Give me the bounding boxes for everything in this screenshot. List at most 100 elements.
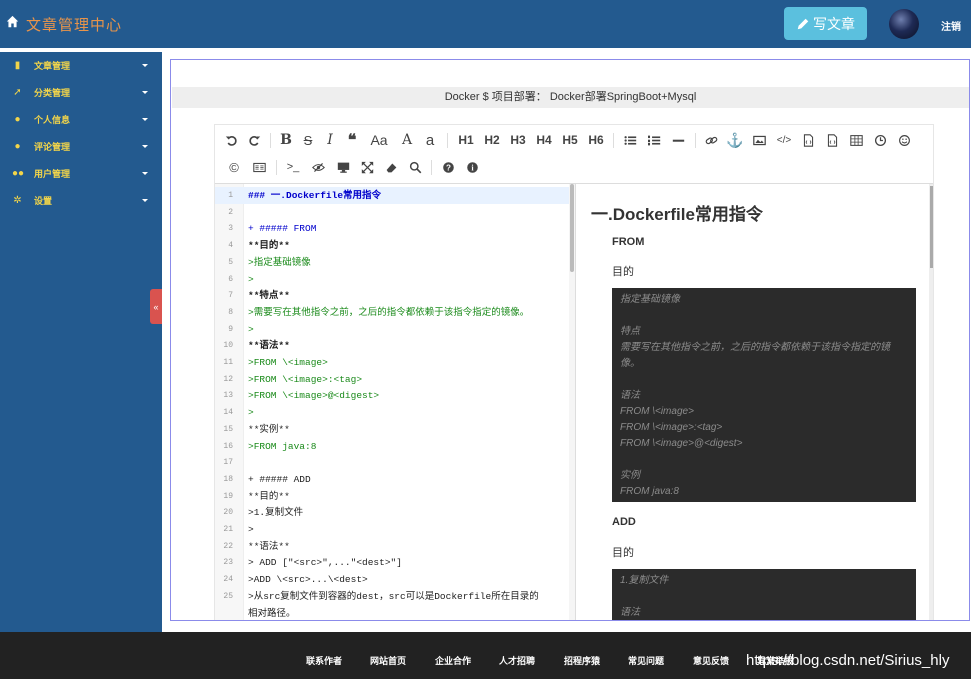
code-line[interactable]: 19 **目的** xyxy=(215,488,569,505)
sidebar-item-label: 文章管理 xyxy=(34,61,71,71)
footer-link-home[interactable]: 网站首页 xyxy=(370,654,406,667)
code-line[interactable]: 12 >FROM \<image>:<tag> xyxy=(215,371,569,388)
sidebar-item-categories[interactable]: ➚ 分类管理 xyxy=(0,79,162,106)
code-line[interactable]: 14 > xyxy=(215,404,569,421)
quote-icon[interactable]: ❝ xyxy=(344,130,360,150)
avatar[interactable] xyxy=(889,9,919,39)
code-line-text: **目的** xyxy=(248,240,290,252)
blockquote-line: FROM \<image>:<tag> xyxy=(620,422,723,433)
editor-scrollbar-thumb[interactable] xyxy=(570,184,574,272)
eye-slash-icon[interactable] xyxy=(309,157,327,177)
sidebar-item-users[interactable]: ●● 用户管理 xyxy=(0,160,162,187)
code-line[interactable]: 9 > xyxy=(215,321,569,338)
table-icon[interactable] xyxy=(847,130,865,150)
code-inline-icon[interactable]: </> xyxy=(775,130,793,150)
code-line[interactable]: 5 >指定基础镜像 xyxy=(215,254,569,271)
code-line[interactable]: 17 xyxy=(215,454,569,471)
editor-toolbar: B S I ❝ Aa A a H1 H2 H3 H4 H5 H6 ⚓ </> ©… xyxy=(215,125,933,183)
hr-icon[interactable] xyxy=(669,130,687,150)
code-line[interactable]: 2 xyxy=(215,204,569,221)
footer-link-jobs[interactable]: 人才招聘 xyxy=(499,654,535,667)
undo-icon[interactable] xyxy=(223,130,239,150)
code-line[interactable]: 3 + ##### FROM xyxy=(215,220,569,237)
strikethrough-icon[interactable]: S xyxy=(300,130,316,150)
fullscreen-icon[interactable] xyxy=(358,157,376,177)
home-icon[interactable] xyxy=(6,15,19,28)
italic-icon[interactable]: I xyxy=(322,130,338,150)
code-line[interactable]: 相对路径。 xyxy=(215,605,569,621)
emoji-icon[interactable] xyxy=(895,130,913,150)
users-icon: ●● xyxy=(12,168,25,179)
sidebar-item-settings[interactable]: ✲ 设置 xyxy=(0,187,162,214)
line-number: 19 xyxy=(223,491,233,501)
redo-icon[interactable] xyxy=(246,130,262,150)
code-line[interactable]: 25 >从src复制文件到容器的dest，src可以是Dockerfile所在目录… xyxy=(215,588,569,605)
list-ol-icon[interactable] xyxy=(645,130,663,150)
preview-scrollbar-thumb[interactable] xyxy=(930,186,933,268)
anchor-icon[interactable]: ⚓ xyxy=(726,130,744,150)
write-article-button[interactable]: 写文章 xyxy=(784,7,867,40)
h1-button[interactable]: H1 xyxy=(456,130,476,150)
search-icon[interactable] xyxy=(406,157,424,177)
pagebreak-icon[interactable] xyxy=(250,157,268,177)
user-icon: ● xyxy=(14,114,21,125)
markdown-editor: B S I ❝ Aa A a H1 H2 H3 H4 H5 H6 ⚓ </> ©… xyxy=(214,124,934,621)
sidebar-item-articles[interactable]: ▮ 文章管理 xyxy=(0,52,162,79)
h6-button[interactable]: H6 xyxy=(586,130,606,150)
list-ul-icon[interactable] xyxy=(621,130,639,150)
app-title[interactable]: 文章管理中心 xyxy=(26,14,122,35)
preview-subheading-from: FROM xyxy=(612,236,645,248)
footer-link-feedback[interactable]: 意见反馈 xyxy=(693,654,729,667)
code-line[interactable]: 10 **语法** xyxy=(215,337,569,354)
copyright-icon[interactable]: © xyxy=(225,157,243,177)
code-line[interactable]: 15 **实例** xyxy=(215,421,569,438)
uppercase-icon[interactable]: Aa xyxy=(368,130,390,150)
code-line[interactable]: 7 **特点** xyxy=(215,287,569,304)
desktop-icon[interactable] xyxy=(334,157,352,177)
code-line[interactable]: 18 + ##### ADD xyxy=(215,471,569,488)
code-line[interactable]: 22 **语法** xyxy=(215,538,569,555)
footer-link-faq[interactable]: 常见问题 xyxy=(628,654,664,667)
code-line[interactable]: 24 >ADD \<src>...\<dest> xyxy=(215,571,569,588)
footer-link-cooperation[interactable]: 企业合作 xyxy=(435,654,471,667)
uppercase-first-icon[interactable]: A xyxy=(399,130,415,150)
h5-button[interactable]: H5 xyxy=(560,130,580,150)
code-line[interactable]: 23 > ADD ["<src>",..."<dest>"] xyxy=(215,554,569,571)
code-line[interactable]: 1 ### 一.Dockerfile常用指令 xyxy=(215,187,569,204)
code-line[interactable]: 6 > xyxy=(215,271,569,288)
file-code-icon[interactable] xyxy=(799,130,817,150)
info-icon[interactable]: i xyxy=(463,157,481,177)
sidebar-item-comments[interactable]: ● 评论管理 xyxy=(0,133,162,160)
eraser-icon[interactable] xyxy=(382,157,400,177)
code-line[interactable]: 13 >FROM \<image>@<digest> xyxy=(215,387,569,404)
help-icon[interactable]: ? xyxy=(439,157,457,177)
link-icon[interactable] xyxy=(702,130,720,150)
blockquote-line: 指定基础镜像 xyxy=(620,294,680,305)
code-line[interactable]: 21 > xyxy=(215,521,569,538)
sidebar-item-profile[interactable]: ● 个人信息 xyxy=(0,106,162,133)
markdown-source-pane[interactable]: 1 ### 一.Dockerfile常用指令 2 3 + ##### FROM 4 **目的… xyxy=(215,183,575,621)
code-line[interactable]: 16 >FROM java:8 xyxy=(215,438,569,455)
h2-button[interactable]: H2 xyxy=(482,130,502,150)
code-line-text: **语法** xyxy=(248,340,290,352)
clock-icon[interactable] xyxy=(871,130,889,150)
code-line[interactable]: 20 >1.复制文件 xyxy=(215,504,569,521)
code-line[interactable]: 11 >FROM \<image> xyxy=(215,354,569,371)
blockquote-line xyxy=(620,308,908,324)
sidebar-collapse-button[interactable]: « xyxy=(150,289,162,324)
h4-button[interactable]: H4 xyxy=(534,130,554,150)
file-code-block-icon[interactable] xyxy=(823,130,841,150)
line-number: 14 xyxy=(223,408,233,418)
terminal-icon[interactable]: >_ xyxy=(284,157,302,177)
h3-button[interactable]: H3 xyxy=(508,130,528,150)
bold-icon[interactable]: B xyxy=(278,130,294,150)
logout-link[interactable]: 注销 xyxy=(941,18,961,33)
code-line[interactable]: 8 >需要写在其他指令之前，之后的指令都依赖于该指令指定的镜像。 xyxy=(215,304,569,321)
code-line-text: >FROM \<image>:<tag> xyxy=(248,373,363,385)
code-line[interactable]: 4 **目的** xyxy=(215,237,569,254)
blockquote-line: 需要写在其他指令之前，之后的指令都依赖于该指令指定的镜 xyxy=(620,342,890,353)
image-icon[interactable] xyxy=(750,130,768,150)
footer-link-recruit[interactable]: 招程序猿 xyxy=(564,654,600,667)
lowercase-icon[interactable]: a xyxy=(422,130,438,150)
footer-link-contact[interactable]: 联系作者 xyxy=(306,654,342,667)
